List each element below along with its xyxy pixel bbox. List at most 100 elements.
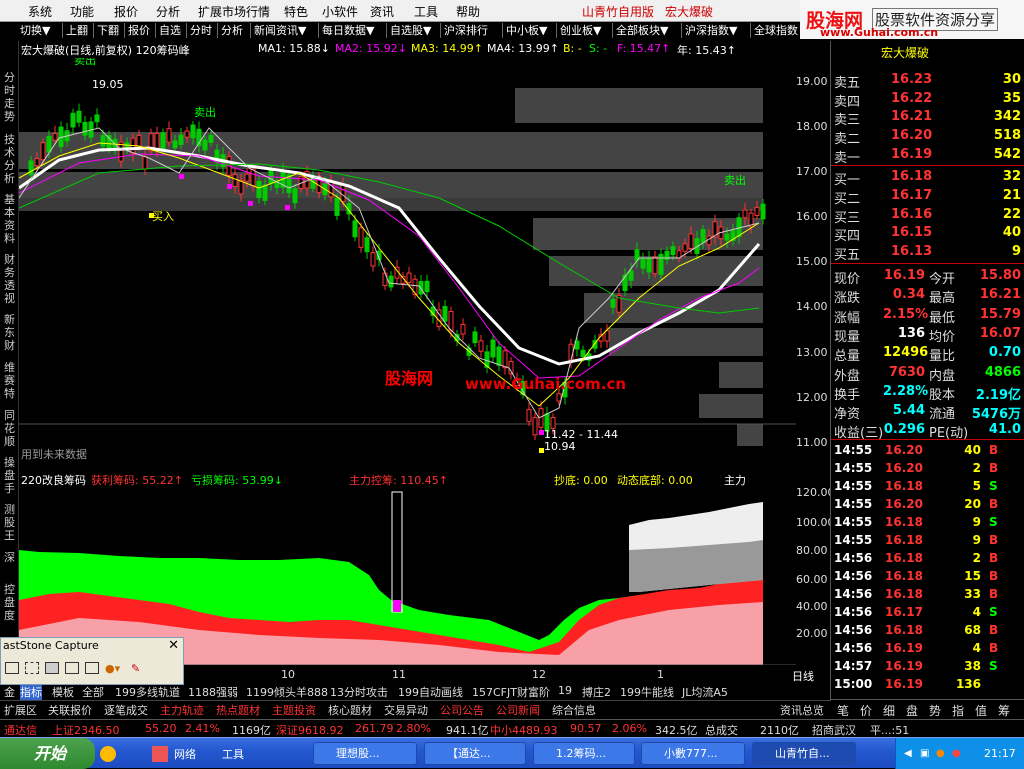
menu-extended-market[interactable]: 扩展市场行情	[198, 3, 270, 20]
toolbar-ranking[interactable]: 沪深排行	[440, 23, 488, 38]
info-tab[interactable]: 核心题材	[328, 702, 372, 718]
volume-icon[interactable]: ◀	[904, 748, 912, 759]
indicator-tab[interactable]: 1188强弱	[188, 684, 238, 700]
capture-scroll-icon[interactable]	[65, 662, 79, 674]
network-icon[interactable]: ▣	[920, 748, 929, 759]
quote-tab[interactable]: 值	[975, 702, 987, 719]
toolbar-sme-board[interactable]: 中小板▼	[502, 23, 547, 38]
toolbar-index[interactable]: 沪深指数▼	[681, 23, 737, 38]
network-toolbar[interactable]: 网络	[174, 746, 196, 762]
indicator-tab[interactable]: 全部	[82, 684, 104, 700]
info-tab[interactable]: 扩展区	[4, 702, 37, 718]
site-logo: 股海网 股票软件资源分享 www.Guhai.com.cn	[800, 0, 1024, 39]
nav-stock-king[interactable]: 测股王	[2, 503, 17, 542]
menu-info[interactable]: 资讯	[370, 3, 394, 20]
info-tab[interactable]: 关联报价	[48, 702, 92, 718]
kline-chart[interactable]: 19.05 11.42 - 11.44 10.94 卖出 卖出 卖出 买入 用到…	[19, 58, 796, 466]
security-icon[interactable]: ●	[936, 748, 945, 759]
nav-technical[interactable]: 技术分析	[2, 133, 17, 185]
tray-app-icon[interactable]: ●	[952, 748, 961, 759]
capture-fullscreen-icon[interactable]	[85, 662, 99, 674]
nav-tonghuashun[interactable]: 同花顺	[2, 409, 17, 448]
quote-tab[interactable]: 细	[883, 702, 895, 719]
indicator-tab[interactable]: 157CFJT财富阶	[472, 684, 550, 700]
menu-help[interactable]: 帮助	[456, 3, 480, 20]
quote-tab[interactable]: 指	[952, 702, 964, 719]
task-button[interactable]: 1.2筹码...	[533, 742, 635, 765]
info-tab[interactable]: 交易异动	[384, 702, 428, 718]
quote-tab[interactable]: 势	[929, 702, 941, 719]
info-tab[interactable]: 公司公告	[440, 702, 484, 718]
indicator-tab[interactable]: 1199倾头羊888	[246, 684, 328, 700]
toolbar-daily-data[interactable]: 每日数据▼	[318, 23, 374, 38]
menu-analysis[interactable]: 分析	[156, 3, 180, 20]
toolbar-news[interactable]: 新闻资讯▼	[250, 23, 306, 38]
nav-fundamentals[interactable]: 基本资料	[2, 193, 17, 245]
quicklaunch-icon[interactable]	[100, 746, 116, 762]
faststone-capture-window[interactable]: astStone Capture ✕ ●▾ ✎	[0, 637, 184, 685]
nav-xindongcai[interactable]: 新东财	[2, 313, 17, 352]
menu-special[interactable]: 特色	[284, 3, 308, 20]
quote-tab[interactable]: 筹	[998, 702, 1010, 719]
total-label: 总成交	[705, 724, 738, 737]
toolbar-intraday[interactable]: 分时	[186, 23, 212, 38]
indicator-tab[interactable]: 金	[4, 684, 15, 700]
menu-tools[interactable]: 工具	[414, 3, 438, 20]
quote-tab[interactable]: 笔	[837, 702, 849, 719]
period-label[interactable]: 日线	[792, 668, 814, 684]
nav-financials[interactable]: 财务透视	[2, 253, 17, 305]
info-tab[interactable]: 公司新闻	[496, 702, 540, 718]
nav-shen[interactable]: 深	[2, 551, 17, 564]
indicator-tab[interactable]: 19	[558, 684, 572, 697]
info-overview-tab[interactable]: 资讯总览	[780, 702, 824, 718]
quote-tab[interactable]: 盘	[906, 702, 918, 719]
toolbar-gem-board[interactable]: 创业板▼	[556, 23, 601, 38]
nav-control[interactable]: 控盘度	[2, 583, 17, 622]
info-tab[interactable]: 综合信息	[552, 702, 596, 718]
nav-trader[interactable]: 操盘手	[2, 456, 17, 495]
indicator-tab[interactable]: 199自动画线	[398, 684, 463, 700]
quote-tab[interactable]: 价	[860, 702, 872, 719]
task-button[interactable]: 【通达...	[424, 742, 526, 765]
toolbar-page-up[interactable]: 上翻	[62, 23, 88, 38]
menu-system[interactable]: 系统	[28, 3, 52, 20]
toolbar-analysis[interactable]: 分析	[217, 23, 243, 38]
toolbar-page-down[interactable]: 下翻	[93, 23, 119, 38]
toolbar-my-stocks[interactable]: 自选股▼	[386, 23, 431, 38]
capture-region-icon[interactable]	[25, 662, 39, 674]
indicator-tab[interactable]: JL均流A5	[682, 684, 728, 700]
info-tab[interactable]: 热点题材	[216, 702, 260, 718]
nav-weisaite[interactable]: 维赛特	[2, 361, 17, 400]
toolbar-switch[interactable]: 切换▼	[20, 23, 50, 38]
indicator-tab[interactable]: 搏庄2	[582, 684, 611, 700]
capture-window-icon[interactable]	[5, 662, 19, 674]
info-tab[interactable]: 逐笔成交	[104, 702, 148, 718]
task-button[interactable]: 理想股...	[313, 742, 417, 765]
pen-icon[interactable]: ✎	[131, 662, 145, 675]
menu-small-software[interactable]: 小软件	[322, 3, 358, 20]
start-button[interactable]: 开始	[0, 738, 95, 769]
toolbar-watchlist[interactable]: 自选	[155, 23, 181, 38]
app-icon[interactable]	[152, 746, 168, 762]
stat-label: 量比	[929, 349, 956, 365]
nav-intraday[interactable]: 分时走势	[2, 71, 17, 123]
task-button-active[interactable]: 山青竹自...	[752, 742, 856, 765]
tools-toolbar[interactable]: 工具	[222, 746, 244, 762]
info-tab[interactable]: 主力轨迹	[160, 702, 204, 718]
indicator-tab[interactable]: 199多线轨道	[115, 684, 180, 700]
toolbar-quote[interactable]: 报价	[124, 23, 150, 38]
toolbar-global-index[interactable]: 全球指数	[750, 23, 798, 38]
indicator-tab[interactable]: 指标	[20, 684, 42, 700]
toolbar-all-sectors[interactable]: 全部板块▼	[612, 23, 668, 38]
indicator-chart[interactable]	[19, 470, 796, 665]
close-icon[interactable]: ✕	[168, 638, 179, 653]
menu-quote[interactable]: 报价	[114, 3, 138, 20]
menu-function[interactable]: 功能	[70, 3, 94, 20]
indicator-tab[interactable]: 13分时攻击	[330, 684, 388, 700]
indicator-tab[interactable]: 199牛能线	[620, 684, 674, 700]
task-button[interactable]: 小數777...	[641, 742, 745, 765]
info-tab[interactable]: 主题投资	[272, 702, 316, 718]
indicator-tab[interactable]: 模板	[52, 684, 74, 700]
capture-object-icon[interactable]	[45, 662, 59, 674]
palette-icon[interactable]: ●▾	[105, 662, 125, 675]
